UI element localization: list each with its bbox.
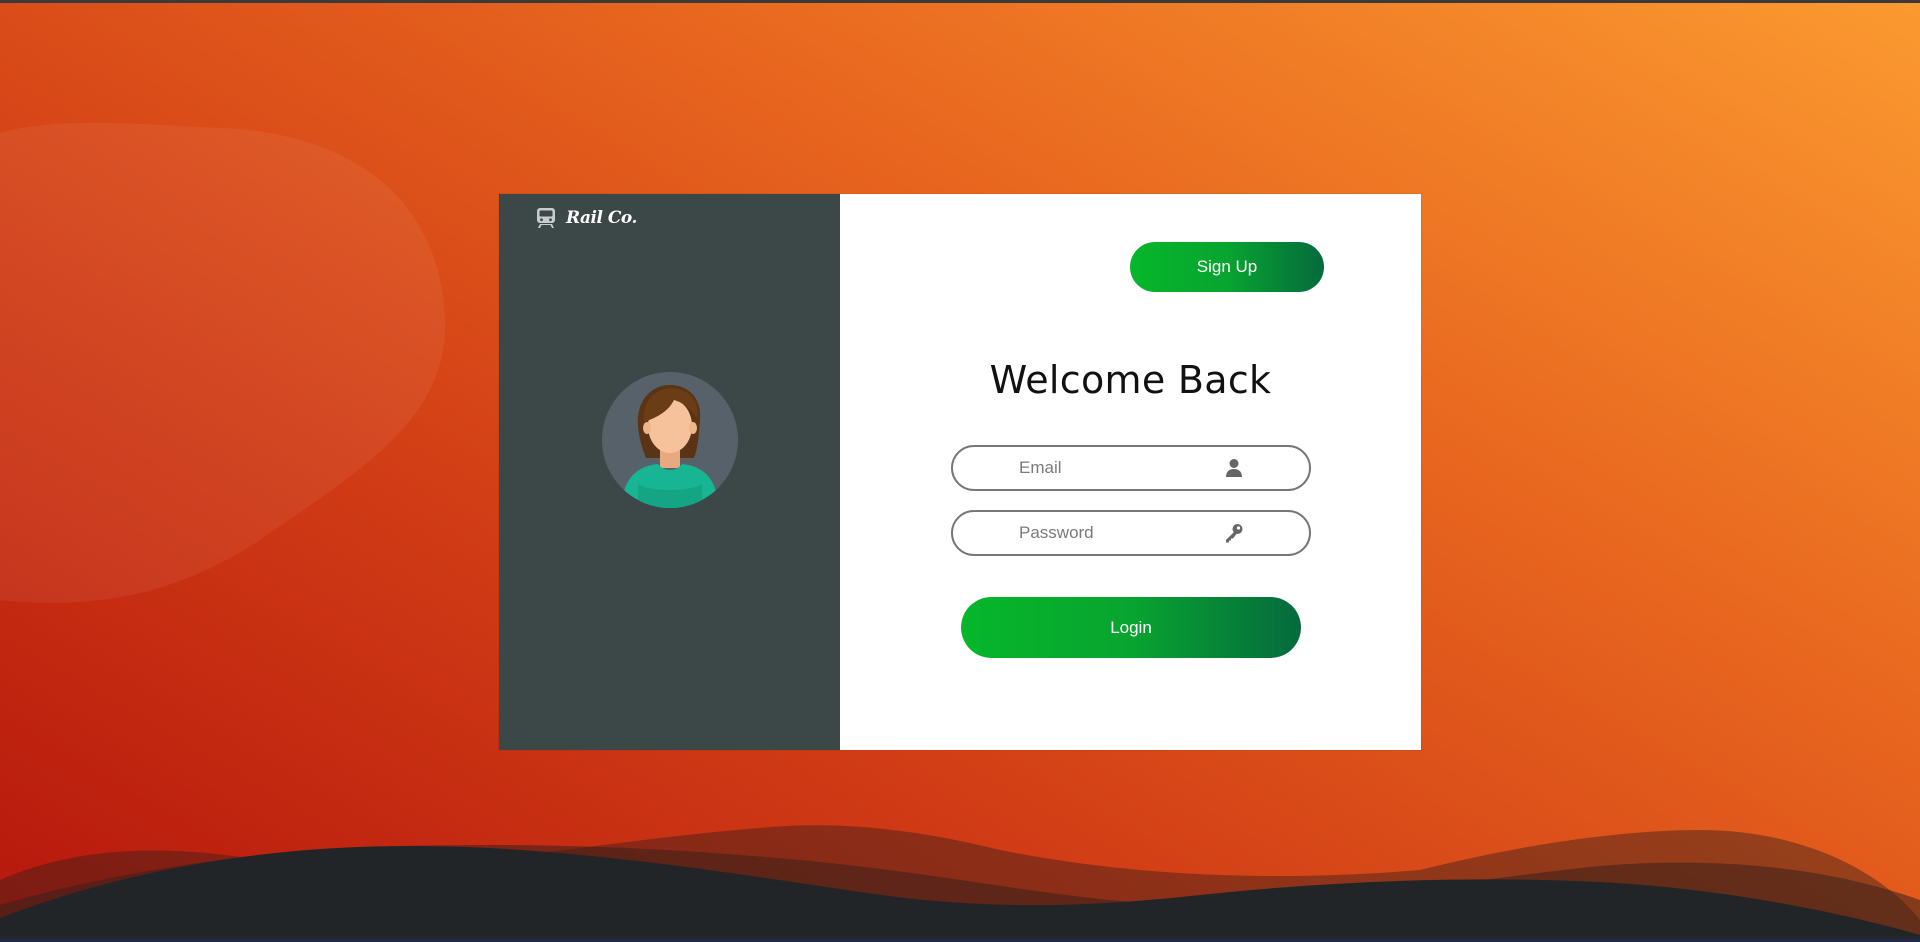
password-input[interactable]: [1019, 512, 1249, 554]
login-button[interactable]: Login: [961, 597, 1301, 658]
page-background: Rail Co. Sign Up Welcome Back Email Logi…: [0, 0, 1920, 942]
train-icon: [536, 207, 556, 229]
user-icon: [1223, 457, 1245, 479]
password-field[interactable]: [951, 510, 1311, 556]
user-avatar: [602, 372, 738, 508]
email-input[interactable]: [1019, 447, 1249, 489]
sign-up-button[interactable]: Sign Up: [1130, 242, 1324, 292]
login-card: Rail Co. Sign Up Welcome Back Email Logi…: [499, 194, 1421, 750]
page-title: Welcome Back: [989, 358, 1272, 402]
key-icon: [1223, 522, 1245, 544]
background-blob: [0, 122, 446, 603]
brand-logo[interactable]: Rail Co.: [536, 204, 637, 232]
email-field[interactable]: [951, 445, 1311, 491]
sidebar-panel: Rail Co.: [499, 194, 840, 750]
brand-name: Rail Co.: [566, 208, 637, 228]
form-panel: Sign Up Welcome Back Email Login: [840, 194, 1421, 750]
